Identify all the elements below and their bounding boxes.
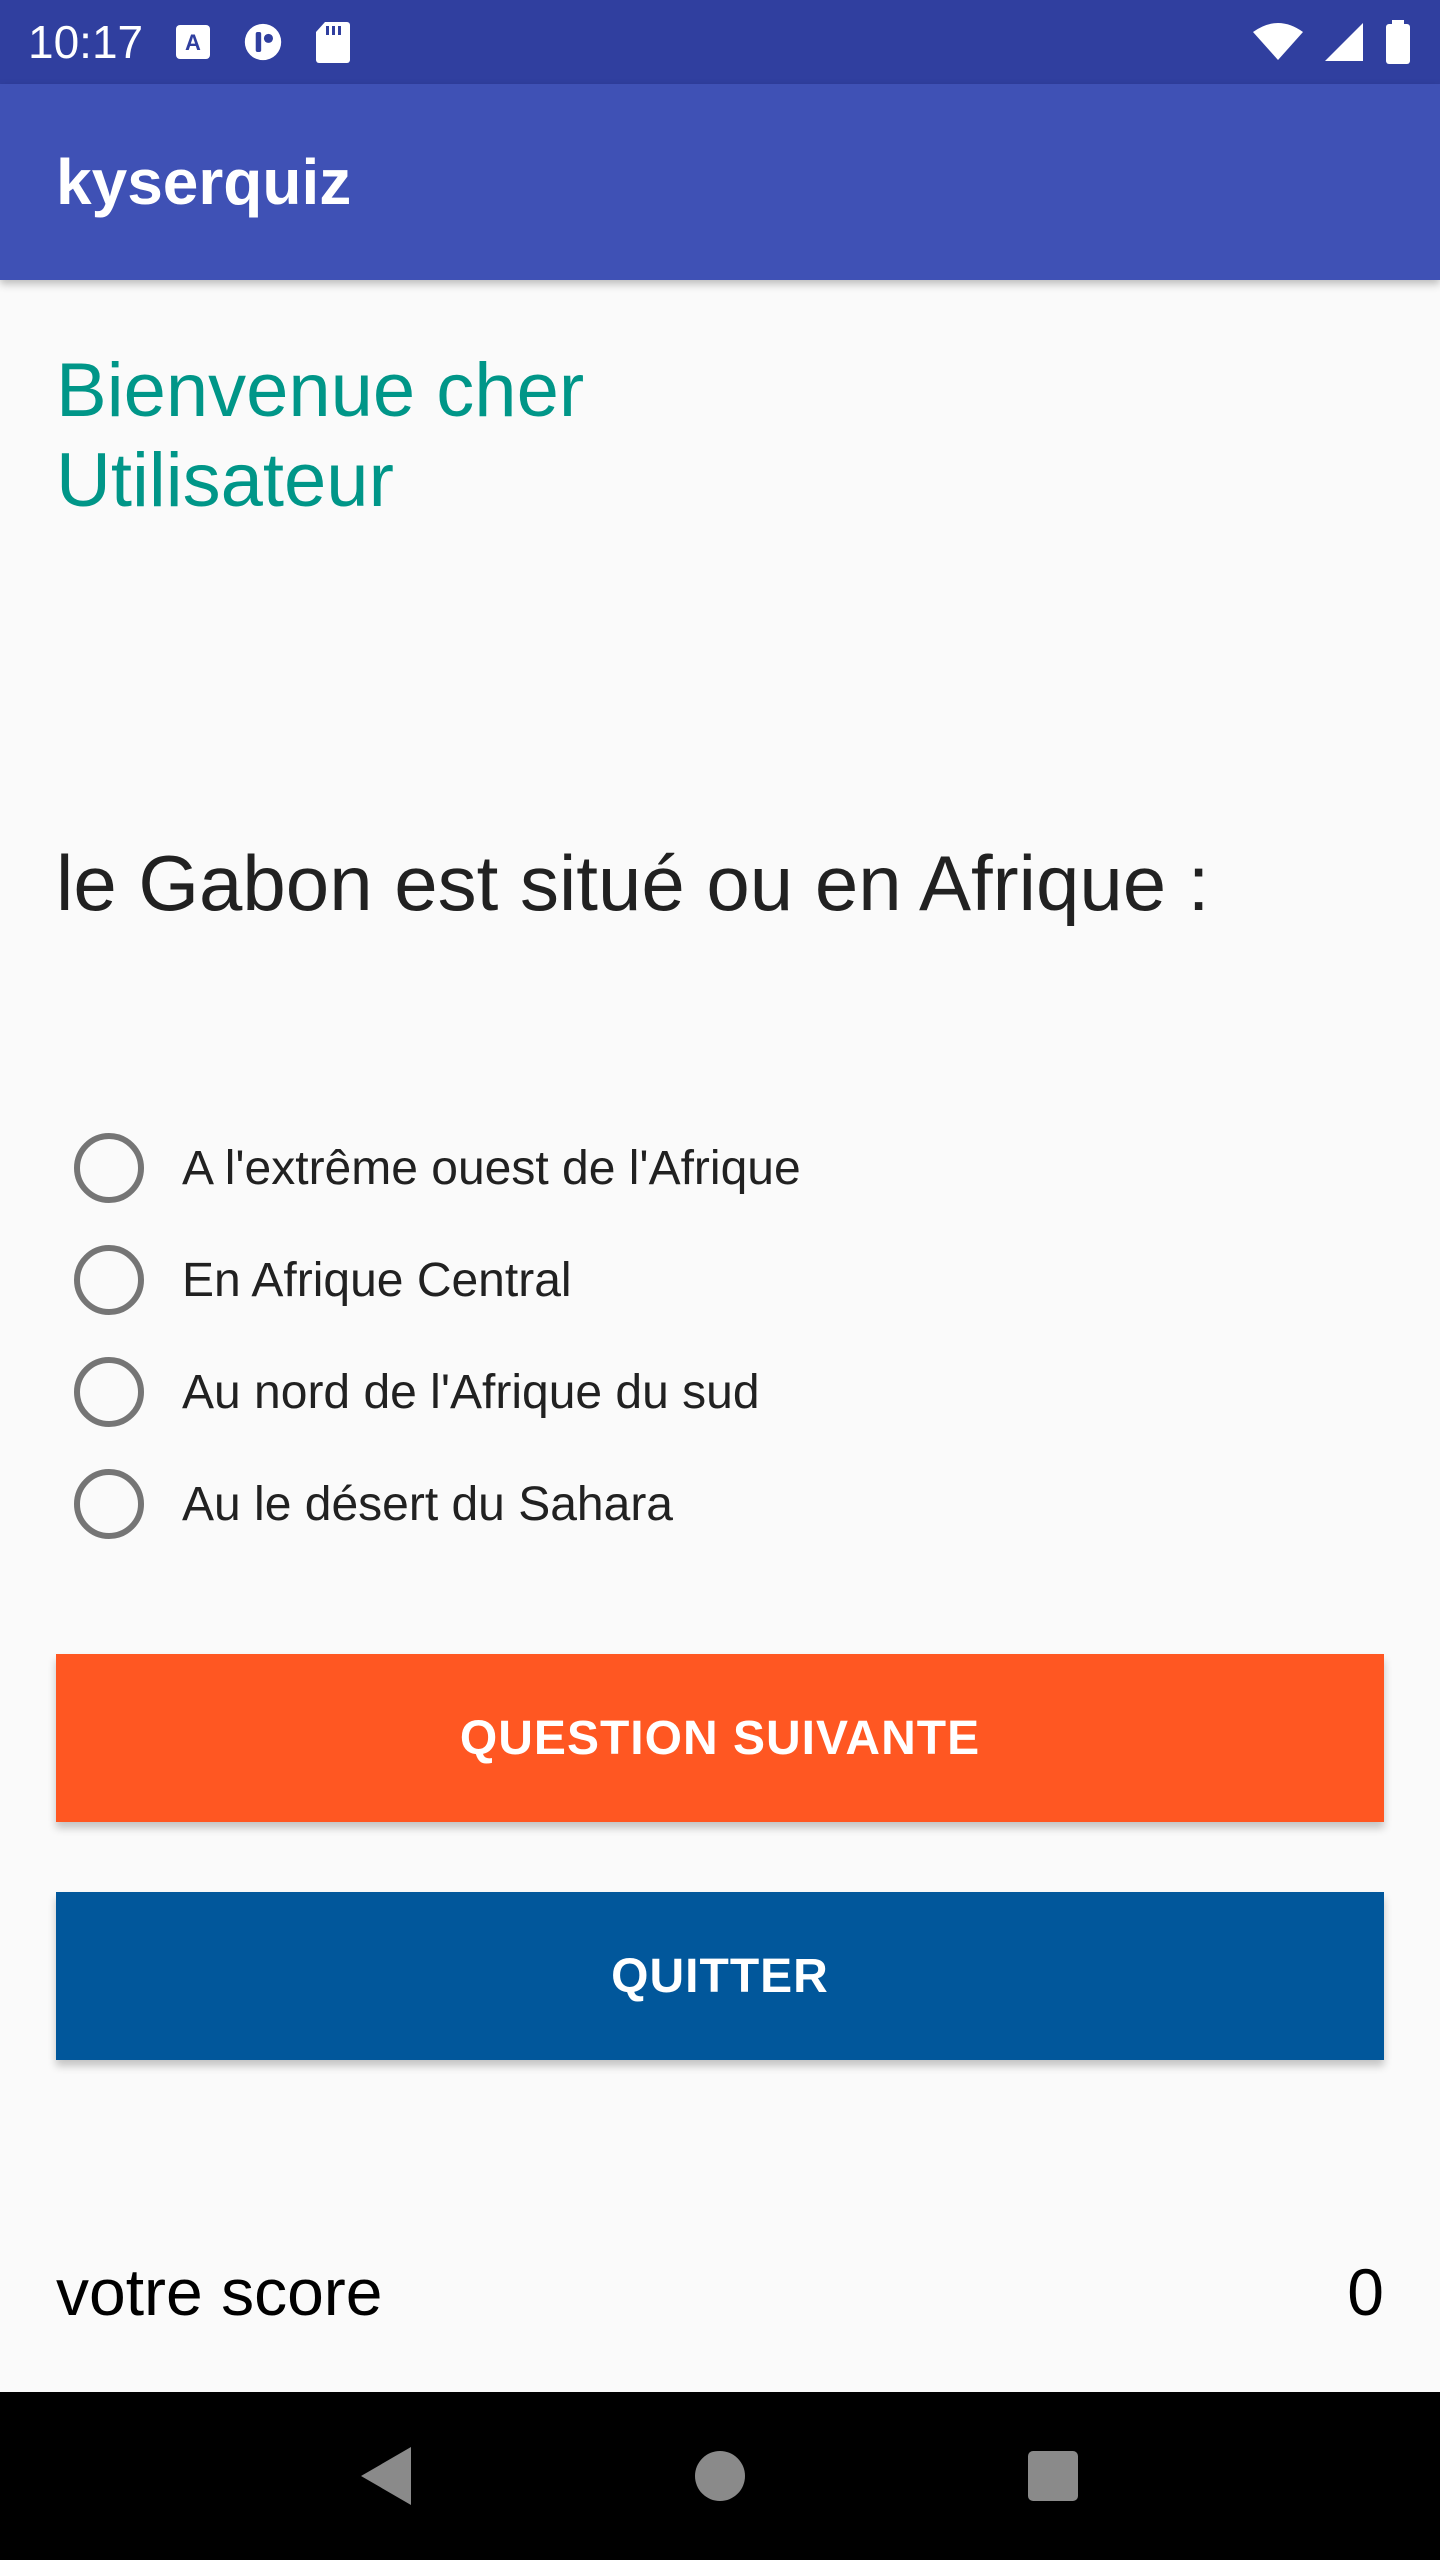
back-icon[interactable] [347,2436,427,2516]
radio-unchecked-icon[interactable] [74,1133,144,1203]
status-bar: 10:17 A [0,0,1440,84]
signal-icon [1322,20,1366,64]
welcome-text: Bienvenue cher Utilisateur [56,348,585,523]
answer-option-4[interactable]: Au le désert du Sahara [74,1448,1374,1560]
answer-option-2[interactable]: En Afrique Central [74,1224,1374,1336]
app-title: kyserquiz [56,146,352,218]
battery-icon [1384,20,1412,64]
wifi-icon [1252,20,1304,64]
sd-card-icon [313,20,353,64]
navigation-bar [0,2392,1440,2560]
next-question-button[interactable]: QUESTION SUIVANTE [56,1654,1384,1822]
answer-option-label: A l'extrême ouest de l'Afrique [182,1141,801,1195]
question-text: le Gabon est situé ou en Afrique : [56,839,1210,927]
status-left: 10:17 A [28,15,353,69]
status-right [1252,20,1412,64]
keyboard-a-icon: A [173,20,213,64]
answer-option-label: Au nord de l'Afrique du sud [182,1365,760,1419]
answer-option-label: En Afrique Central [182,1253,572,1307]
cell-icon [243,20,283,64]
status-time: 10:17 [28,16,144,68]
score-value: 0 [1347,2255,1384,2329]
app-bar: kyserquiz [0,84,1440,280]
svg-text:A: A [185,30,201,55]
answer-option-label: Au le désert du Sahara [182,1477,673,1531]
answer-options: A l'extrême ouest de l'Afrique En Afriqu… [74,1112,1374,1560]
quit-button[interactable]: QUITTER [56,1892,1384,2060]
radio-unchecked-icon[interactable] [74,1357,144,1427]
home-icon[interactable] [680,2436,760,2516]
recents-icon[interactable] [1013,2436,1093,2516]
score-label: votre score [56,2255,383,2329]
answer-option-3[interactable]: Au nord de l'Afrique du sud [74,1336,1374,1448]
radio-unchecked-icon[interactable] [74,1469,144,1539]
answer-option-1[interactable]: A l'extrême ouest de l'Afrique [74,1112,1374,1224]
score-row: votre score 0 [56,2254,1384,2330]
radio-unchecked-icon[interactable] [74,1245,144,1315]
